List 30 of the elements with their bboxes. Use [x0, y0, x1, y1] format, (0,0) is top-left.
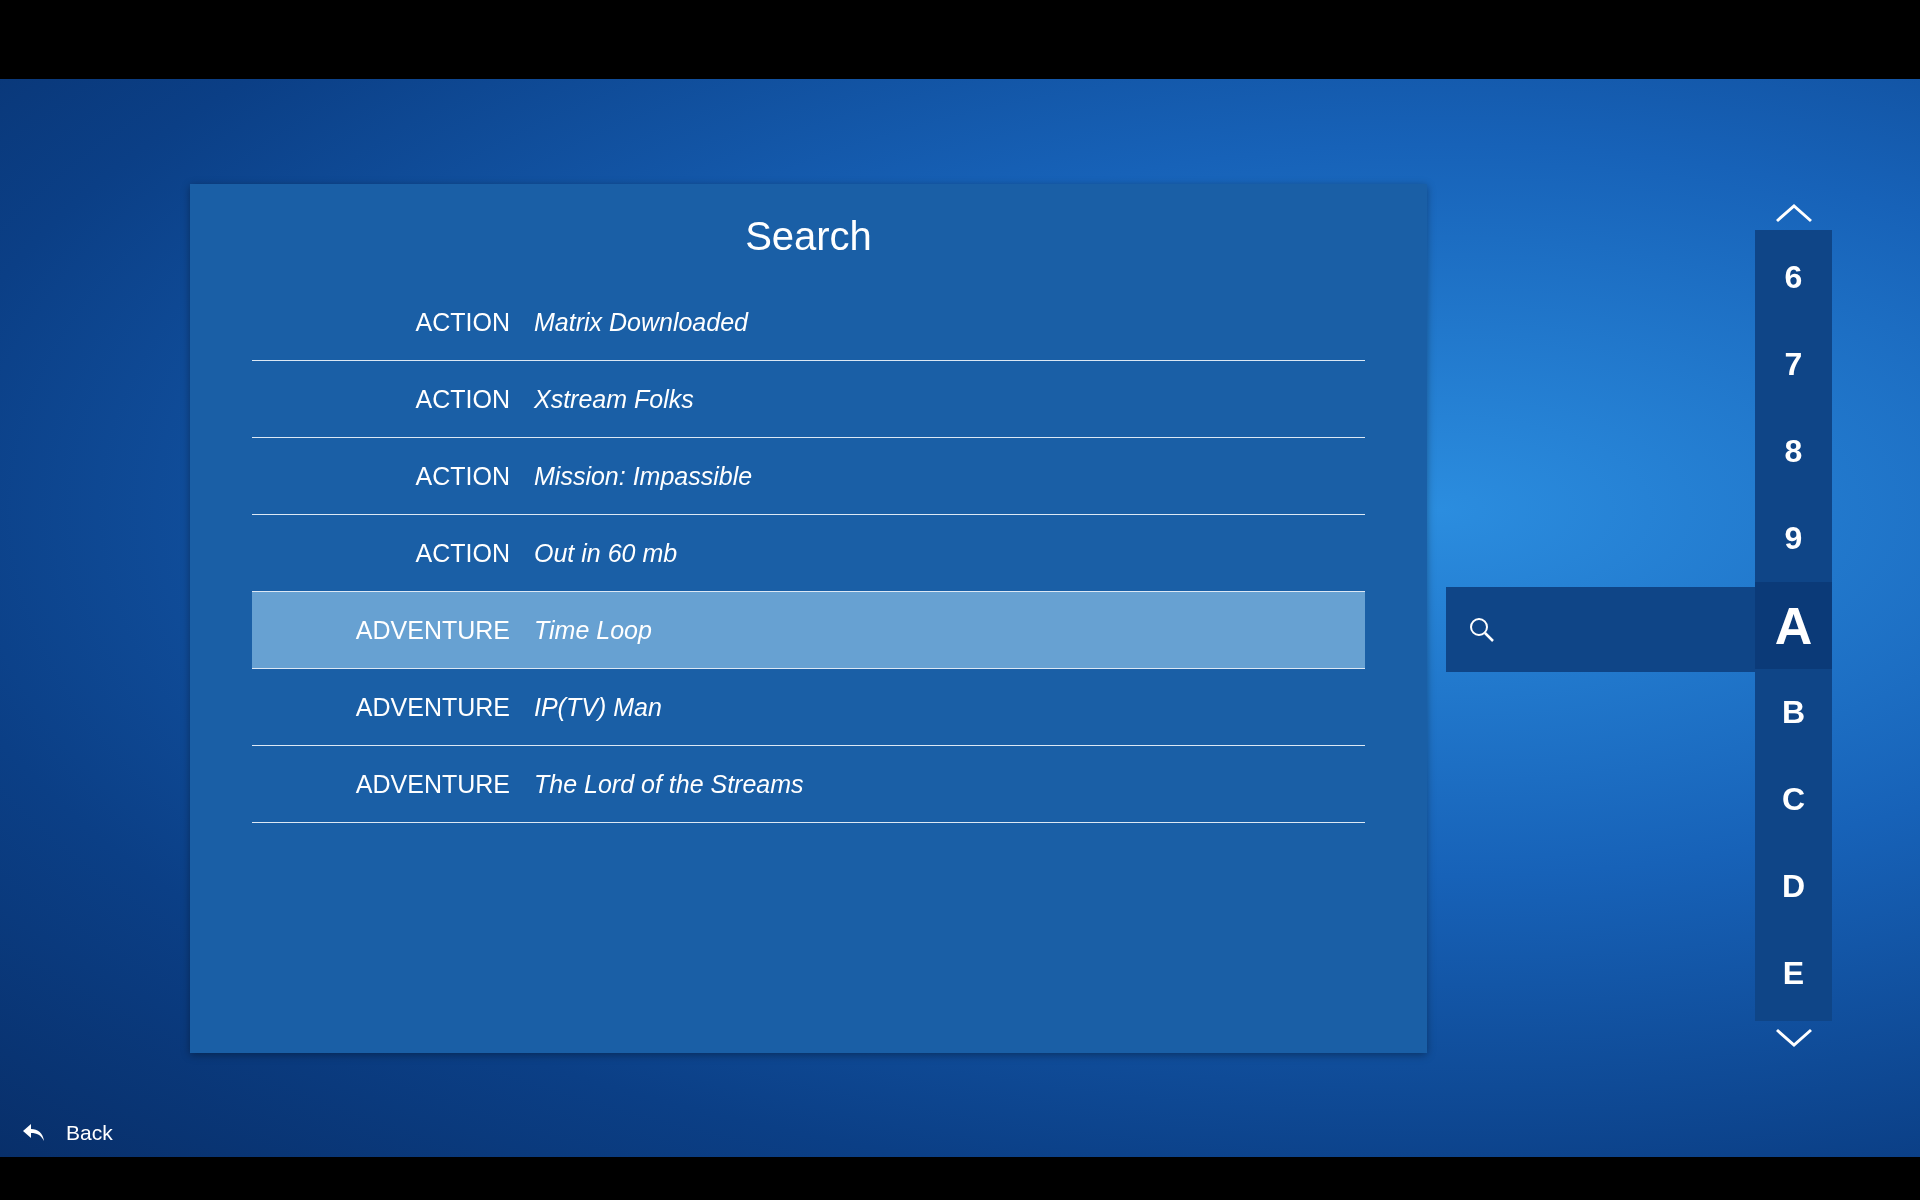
genre-label: ACTION — [414, 384, 510, 414]
result-row[interactable]: ACTION Xstream Folks — [252, 361, 1365, 438]
movie-title: Xstream Folks — [534, 384, 694, 414]
result-row[interactable]: ADVENTURE IP(TV) Man — [252, 669, 1365, 746]
movie-title: The Lord of the Streams — [534, 769, 804, 799]
letter-item[interactable]: C — [1755, 756, 1832, 843]
letter-item[interactable]: 7 — [1755, 321, 1832, 408]
genre-label: ADVENTURE — [354, 615, 510, 645]
result-row[interactable]: ACTION Matrix Downloaded — [252, 284, 1365, 361]
panel-title: Search — [745, 213, 872, 260]
letter-item[interactable]: D — [1755, 843, 1832, 930]
genre-label: ACTION — [414, 538, 510, 568]
result-row[interactable]: ACTION Mission: Impassible — [252, 438, 1365, 515]
genre-label: ACTION — [414, 307, 510, 337]
movie-title: Out in 60 mb — [534, 538, 678, 568]
result-row[interactable]: ADVENTURE The Lord of the Streams — [252, 746, 1365, 823]
letter-item[interactable]: 9 — [1755, 495, 1832, 582]
movie-title: Mission: Impassible — [534, 461, 753, 491]
back-button[interactable]: Back — [22, 1121, 113, 1145]
letter-item[interactable]: 8 — [1755, 408, 1832, 495]
movie-title: Matrix Downloaded — [534, 307, 748, 337]
genre-label: ACTION — [414, 461, 510, 491]
movie-title: IP(TV) Man — [534, 692, 662, 722]
genre-label: ADVENTURE — [354, 769, 510, 799]
genre-label: ADVENTURE — [354, 692, 510, 722]
letter-item[interactable]: E — [1755, 930, 1832, 1017]
letter-item[interactable]: B — [1755, 669, 1832, 756]
movie-title: Time Loop — [534, 615, 652, 645]
letter-item[interactable]: A — [1755, 582, 1832, 669]
letter-item[interactable]: 6 — [1755, 234, 1832, 321]
